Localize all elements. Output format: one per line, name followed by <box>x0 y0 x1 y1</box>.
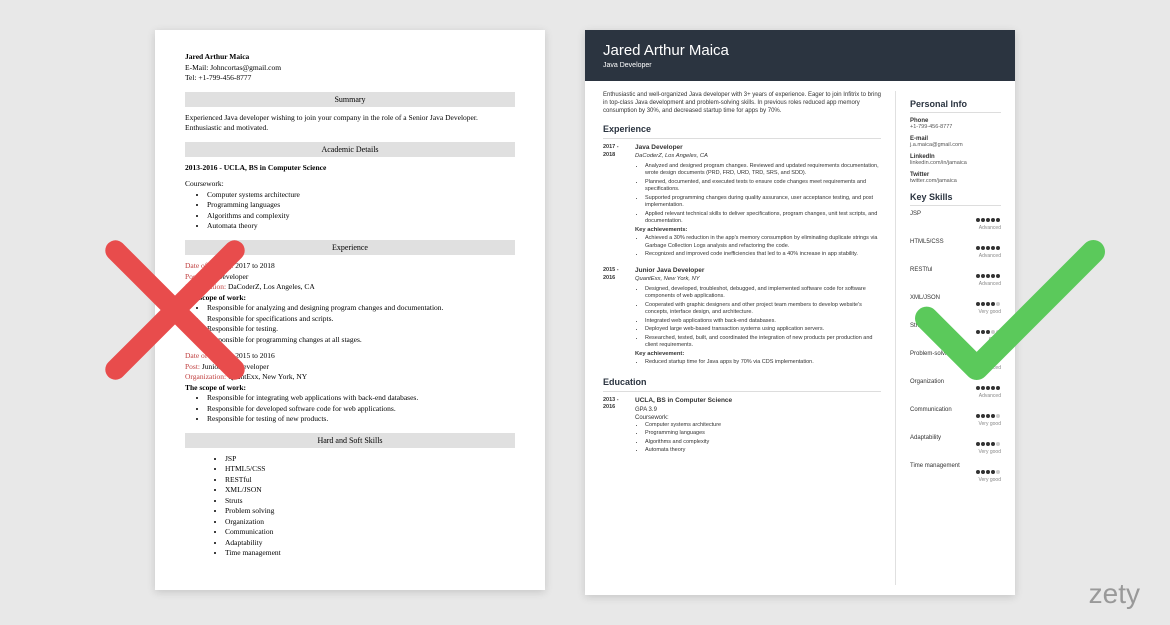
edu-line: 2013-2016 - UCLA, BS in Computer Science <box>185 163 515 174</box>
skills-list: JSPHTML5/CSSRESTfulXML/JSONStrutsProblem… <box>225 454 515 559</box>
x-mark-icon <box>90 225 260 400</box>
section-academic: Academic Details <box>185 142 515 157</box>
heading-experience: Experience <box>603 123 881 139</box>
name: Jared Arthur Maica <box>603 42 997 59</box>
heading-education: Education <box>603 376 881 392</box>
email: E-Mail: Johncortas@gmail.com <box>185 63 515 74</box>
summary: Enthusiastic and well-organized Java dev… <box>603 91 881 115</box>
heading-personal: Personal Info <box>910 99 1001 113</box>
header-bar: Jared Arthur Maica Java Developer <box>585 30 1015 81</box>
heading-skills: Key Skills <box>910 192 1001 206</box>
education-block: 2013 -2016 UCLA, BS in Computer Science … <box>603 397 881 456</box>
section-skills: Hard and Soft Skills <box>185 433 515 448</box>
summary-text: Experienced Java developer wishing to jo… <box>185 113 515 134</box>
section-summary: Summary <box>185 92 515 107</box>
name: Jared Arthur Maica <box>185 52 515 63</box>
check-mark-icon <box>910 225 1110 400</box>
tel: Tel: +1-799-456-8777 <box>185 73 515 84</box>
title: Java Developer <box>603 62 997 69</box>
main-column: Enthusiastic and well-organized Java dev… <box>603 91 895 585</box>
coursework-label: Coursework: <box>185 179 515 190</box>
zety-logo: zety <box>1089 578 1140 610</box>
